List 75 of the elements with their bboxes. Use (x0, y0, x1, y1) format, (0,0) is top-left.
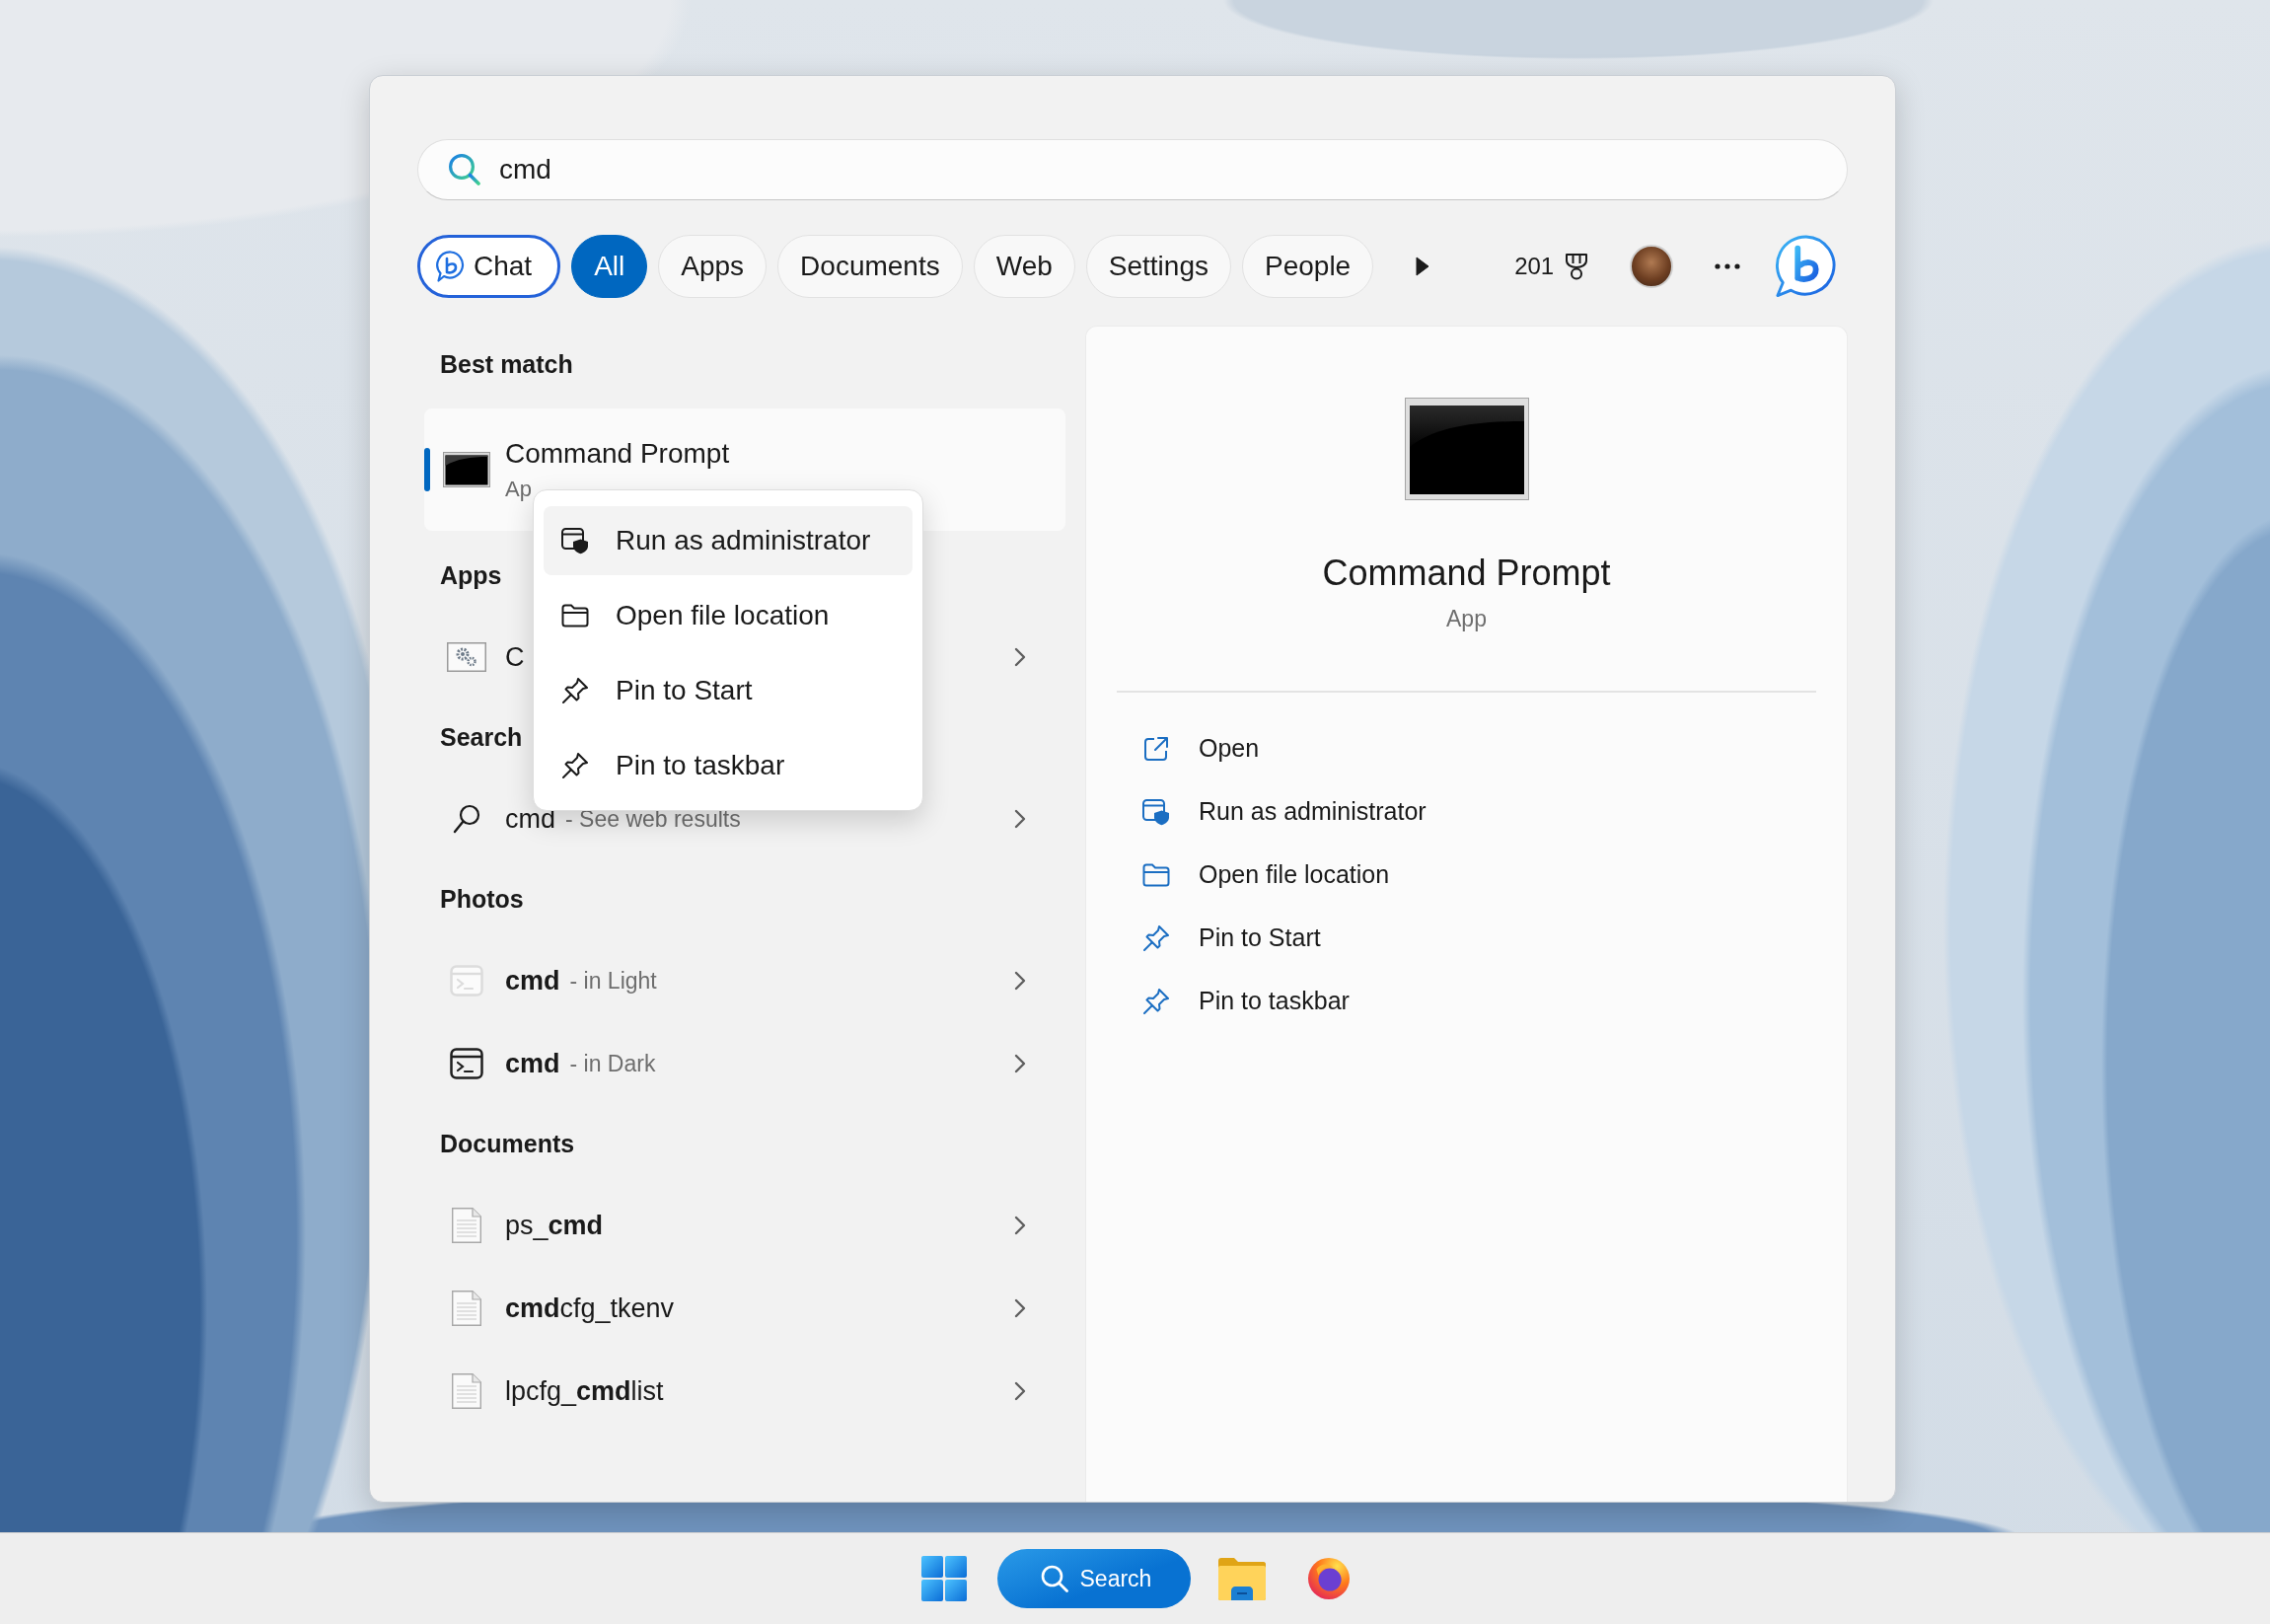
app-title: Command Prompt (1322, 552, 1611, 595)
result-detail: - See web results (565, 804, 741, 834)
result-title: Command Prompt (505, 437, 730, 471)
document-icon (452, 1291, 481, 1326)
points-count: 201 (1514, 252, 1555, 281)
app-type: App (1446, 606, 1487, 633)
terminal-window-icon (443, 452, 490, 487)
selection-indicator (424, 448, 430, 491)
result-detail: - in Light (569, 966, 657, 996)
chevron-icon[interactable] (1014, 1298, 1026, 1318)
search-field[interactable]: cmd (417, 139, 1848, 200)
document-icon (452, 1208, 481, 1243)
result-type: Ap (505, 476, 533, 502)
folder-icon[interactable] (1217, 1557, 1266, 1600)
menu-item[interactable]: Pin to taskbar (544, 731, 913, 800)
section-heading: Search (440, 722, 523, 754)
filter-tab[interactable]: Apps (658, 235, 768, 298)
action-button[interactable]: Pin to Start (1142, 906, 1321, 970)
avatar[interactable] (1630, 245, 1674, 288)
chat-button[interactable]: Chat (417, 235, 561, 298)
folder-icon (1142, 862, 1170, 887)
result-title: cmd (505, 802, 555, 836)
chevron-icon[interactable] (1014, 1216, 1026, 1235)
filter-tab[interactable]: All (571, 235, 648, 298)
trophy-icon[interactable] (1564, 253, 1590, 280)
section-heading: Documents (440, 1129, 575, 1160)
result-title: lpcfg_cmdlist (505, 1374, 664, 1408)
chevron-icon[interactable] (1014, 809, 1026, 829)
result-title: cmd (505, 1047, 560, 1080)
document-icon (452, 1373, 481, 1409)
shield-window-icon (1142, 797, 1170, 826)
result-title: ps_cmd (505, 1209, 604, 1242)
search-icon (453, 804, 480, 834)
filter-tab[interactable]: Web (973, 235, 1075, 298)
external-link-icon (1142, 734, 1170, 763)
menu-item[interactable]: Pin to Start (544, 656, 913, 725)
shield-window-icon (561, 527, 589, 554)
result-detail: - in Dark (569, 1049, 656, 1078)
play-icon[interactable] (1416, 257, 1430, 276)
result-title: cmdcfg_tkenv (505, 1292, 675, 1325)
section-heading: Apps (440, 560, 502, 592)
pin-icon (561, 752, 589, 779)
result-title: cmd (505, 964, 560, 997)
action-button[interactable]: Run as administrator (1142, 779, 1427, 844)
chevron-icon[interactable] (1014, 971, 1026, 991)
terminal-window-icon (1404, 398, 1529, 500)
search-icon (1040, 1565, 1068, 1592)
filter-tab[interactable]: Documents (777, 235, 963, 298)
chevron-icon[interactable] (1014, 1054, 1026, 1073)
terminal-icon (450, 1048, 483, 1079)
browser-icon[interactable] (1307, 1558, 1350, 1599)
chat-bubble-icon[interactable] (1775, 235, 1836, 298)
start-icon[interactable] (920, 1556, 967, 1601)
filter-tab[interactable]: Settings (1085, 235, 1231, 298)
menu-item[interactable]: Run as administrator (544, 506, 913, 575)
pin-icon (1142, 923, 1170, 952)
pin-icon (561, 677, 589, 704)
gears-window-icon (447, 642, 486, 672)
action-button[interactable]: Open (1142, 716, 1260, 780)
pin-icon (1142, 987, 1170, 1015)
section-heading: Photos (440, 884, 524, 916)
chevron-icon[interactable] (1014, 647, 1026, 667)
chevron-icon[interactable] (1014, 1381, 1026, 1401)
filter-tab[interactable]: People (1242, 235, 1374, 298)
action-button[interactable]: Pin to taskbar (1142, 969, 1350, 1033)
result-title: C (505, 640, 525, 674)
section-heading: Best match (440, 349, 573, 381)
folder-icon (561, 604, 589, 627)
menu-item[interactable]: Open file location (544, 581, 913, 650)
terminal-icon (450, 965, 483, 997)
chat-bubble-icon (436, 251, 466, 282)
taskbar-search-button[interactable]: Search (996, 1549, 1191, 1608)
search-icon (448, 153, 480, 185)
action-button[interactable]: Open file location (1142, 843, 1390, 907)
more-icon[interactable] (1715, 263, 1741, 269)
